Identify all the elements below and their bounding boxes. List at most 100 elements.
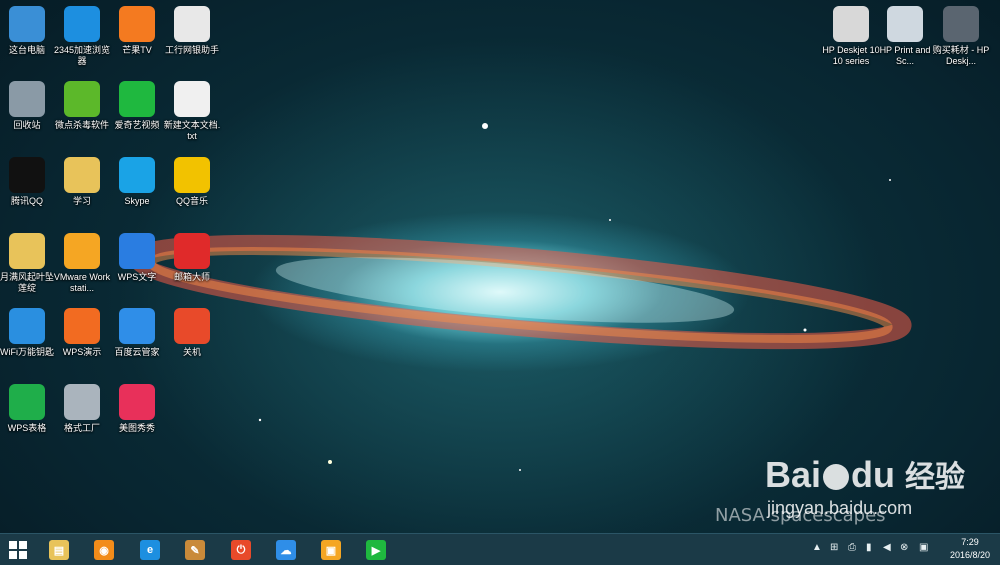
desktop-icon-label: 学习	[72, 196, 91, 206]
desktop-icon[interactable]: 邮箱大师	[163, 233, 221, 283]
file-explorer-icon: ▤	[49, 540, 69, 560]
watermark-url: jingyan.baidu.com	[767, 498, 913, 518]
desktop-icon[interactable]: 回收站	[0, 81, 56, 131]
baidu-jingyan-watermark: Bai du 经验 jingyan.baidu.com	[765, 455, 965, 519]
text-file-icon	[174, 81, 210, 117]
ie-browser-icon: e	[140, 540, 160, 560]
security-icon[interactable]: ⊗	[900, 542, 908, 553]
iqiyi-icon: ▶	[366, 540, 386, 560]
folder-icon	[64, 157, 100, 193]
desktop-icon[interactable]: WiFi万能钥匙	[0, 308, 56, 358]
skype-icon	[119, 157, 155, 193]
format-factory-icon	[64, 384, 100, 420]
wps-writer-icon	[119, 233, 155, 269]
desktop-icon[interactable]: WPS表格	[0, 384, 56, 434]
desktop-icon[interactable]: 月满风起叶坠莲绽	[0, 233, 56, 294]
desktop-icon[interactable]: 新建文本文档.txt	[163, 81, 221, 142]
antivirus-icon	[64, 81, 100, 117]
wps-spreadsheet-icon	[9, 384, 45, 420]
desktop-icon-label: 工行网银助手	[164, 45, 219, 55]
hp-supplies-icon	[943, 6, 979, 42]
desktop-icon-label: 2345加速浏览器	[53, 45, 111, 66]
wifi-key-icon: ◉	[94, 540, 114, 560]
desktop-icon[interactable]: 2345加速浏览器	[53, 6, 111, 67]
desktop-icon[interactable]: 格式工厂	[53, 384, 111, 434]
desktop-icon-label: HP Deskjet 1010 series	[822, 45, 880, 66]
wifi-key-icon	[9, 308, 45, 344]
browser-icon	[64, 6, 100, 42]
desktop-icon-label: VMware Workstati...	[53, 272, 111, 293]
qq-icon	[9, 157, 45, 193]
desktop-icon[interactable]: HP Deskjet 1010 series	[822, 6, 880, 67]
printer-icon	[833, 6, 869, 42]
taskbar-app-button[interactable]: ⏻	[228, 538, 254, 562]
taskbar-app-button[interactable]: ☁	[273, 538, 299, 562]
volume-icon[interactable]: ◀	[883, 542, 891, 553]
desktop-icon-label: 新建文本文档.txt	[163, 120, 221, 141]
start-button[interactable]	[5, 538, 31, 562]
vmware-icon	[64, 233, 100, 269]
network-icon[interactable]: ⊞	[830, 542, 838, 553]
taskbar-app-button[interactable]: ▤	[46, 538, 72, 562]
desktop-icon[interactable]: Skype	[108, 157, 166, 207]
desktop-icon[interactable]: QQ音乐	[163, 157, 221, 207]
desktop-icon[interactable]: WPS文字	[108, 233, 166, 283]
folder-icon	[9, 233, 45, 269]
show-hidden-icons-icon[interactable]: ▲	[812, 542, 822, 553]
desktop-icon-label: 腾讯QQ	[10, 196, 43, 206]
desktop-icon-label: 芒果TV	[122, 45, 152, 55]
desktop-icon-label: 百度云管家	[114, 347, 160, 357]
desktop: 这台电脑 2345加速浏览器 芒果TV 工行网银助手回收站 微点杀毒软件 爱奇艺视频 新建文…	[0, 0, 1000, 533]
desktop-icon[interactable]: VMware Workstati...	[53, 233, 111, 294]
desktop-icon-label: 邮箱大师	[173, 272, 210, 282]
action-center-icon[interactable]: ▣	[919, 542, 928, 553]
desktop-icon[interactable]: 百度云管家	[108, 308, 166, 358]
meitu-icon	[119, 384, 155, 420]
baidu-paw-icon	[823, 464, 850, 491]
desktop-icon[interactable]: 学习	[53, 157, 111, 207]
taskbar-app-button[interactable]: ◉	[91, 538, 117, 562]
qq-music-icon	[174, 157, 210, 193]
vmware-icon: ▣	[321, 540, 341, 560]
watermark-brand: Bai	[765, 454, 822, 495]
taskbar-app-button[interactable]: e	[137, 538, 163, 562]
desktop-icon[interactable]: 微点杀毒软件	[53, 81, 111, 131]
desktop-icon-label: 关机	[182, 347, 201, 357]
baidu-cloud-icon: ☁	[276, 540, 296, 560]
taskbar-app-button[interactable]: ▣	[318, 538, 344, 562]
paint-icon: ✎	[185, 540, 205, 560]
wps-presentation-icon	[64, 308, 100, 344]
desktop-icon-label: QQ音乐	[175, 196, 208, 206]
baidu-cloud-icon	[119, 308, 155, 344]
desktop-icon-label: WiFi万能钥匙	[0, 347, 54, 357]
desktop-icon-label: 美图秀秀	[118, 423, 155, 433]
taskbar-app-button[interactable]: ▶	[363, 538, 389, 562]
watermark-brand2: du	[851, 454, 896, 495]
desktop-icon-label: 月满风起叶坠莲绽	[0, 272, 54, 293]
battery-icon[interactable]: ▮	[866, 542, 872, 553]
desktop-icon-label: 爱奇艺视频	[114, 120, 160, 130]
hp-scan-icon	[887, 6, 923, 42]
desktop-icon[interactable]: HP Print and Sc...	[876, 6, 934, 67]
desktop-icon-label: HP Print and Sc...	[879, 45, 931, 66]
taskbar-app-button[interactable]: ✎	[182, 538, 208, 562]
desktop-icon-label: WPS演示	[62, 347, 102, 357]
desktop-icon-label: WPS表格	[7, 423, 47, 433]
desktop-icon[interactable]: 美图秀秀	[108, 384, 166, 434]
shutdown-icon	[174, 308, 210, 344]
desktop-icon[interactable]: 购买耗材 - HP Deskj...	[932, 6, 990, 67]
desktop-icon[interactable]: 芒果TV	[108, 6, 166, 56]
clock[interactable]: 7:29 2016/8/20	[950, 536, 990, 562]
desktop-icon[interactable]: 关机	[163, 308, 221, 358]
desktop-icon-label: Skype	[124, 196, 150, 206]
start-icon	[9, 541, 27, 559]
taskbar: ▤ ◉ e ✎ ⏻ ☁ ▣ ▶ ▲ ⊞ ⎙ ▮ ◀ ⊗ ▣ 7:29 2016/8/20	[0, 533, 1000, 565]
desktop-icon[interactable]: 腾讯QQ	[0, 157, 56, 207]
desktop-icon[interactable]: 工行网银助手	[163, 6, 221, 56]
iqiyi-icon	[119, 81, 155, 117]
desktop-icon[interactable]: 这台电脑	[0, 6, 56, 56]
desktop-icon[interactable]: WPS演示	[53, 308, 111, 358]
desktop-icon-label: 购买耗材 - HP Deskj...	[932, 45, 990, 66]
printer-tray-icon[interactable]: ⎙	[848, 542, 856, 553]
desktop-icon[interactable]: 爱奇艺视频	[108, 81, 166, 131]
